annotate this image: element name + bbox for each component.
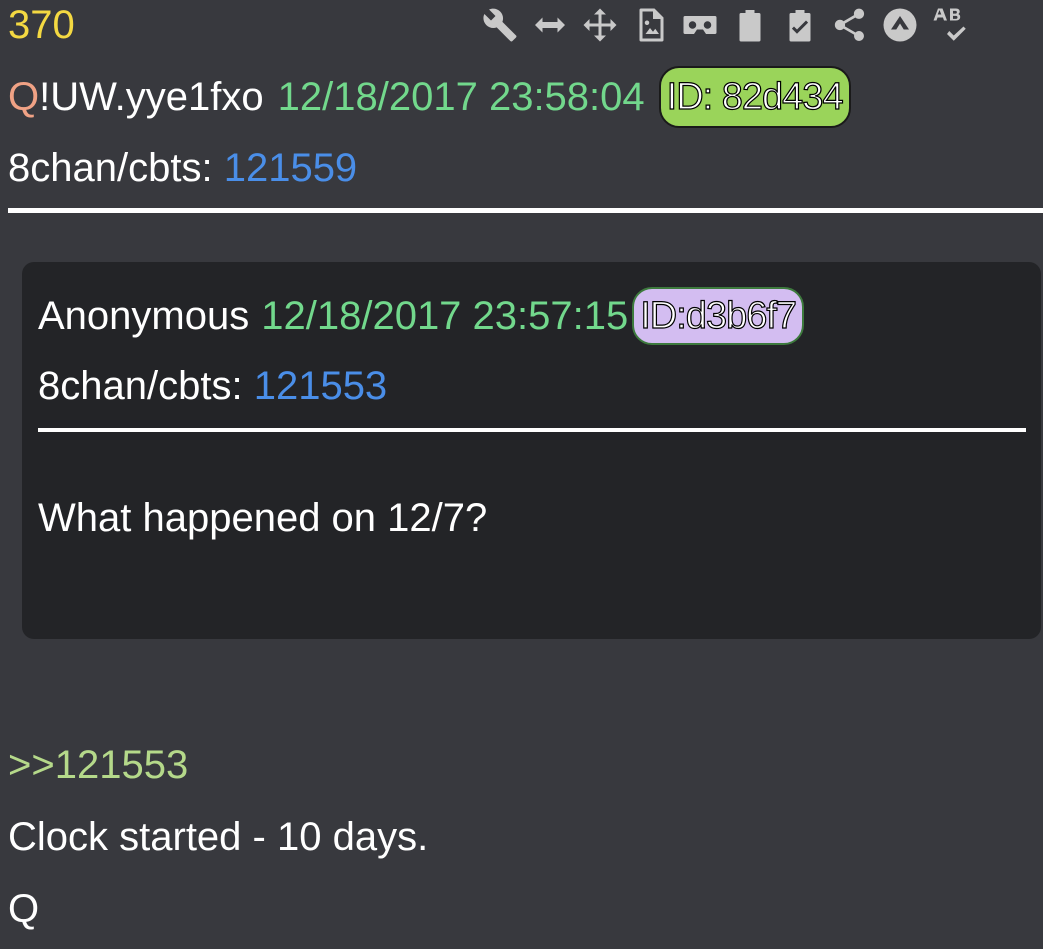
post-signature: Q xyxy=(8,887,40,931)
tripcode-name: Q xyxy=(8,74,40,119)
post-header: Q !UW.yye1fxo 12/18/2017 23:58:04 ID: 82d… xyxy=(8,66,851,128)
vr-headset-icon[interactable] xyxy=(678,3,722,47)
image-file-icon[interactable] xyxy=(628,3,672,47)
wrench-icon[interactable] xyxy=(478,3,522,47)
quoted-author: Anonymous xyxy=(38,293,250,338)
spellcheck-icon[interactable] xyxy=(928,3,972,47)
tripcode: !UW.yye1fxo xyxy=(39,74,264,119)
share-icon[interactable] xyxy=(828,3,872,47)
quoted-board-reference: 8chan/cbts: 121553 xyxy=(38,358,387,414)
clipboard-check-icon[interactable] xyxy=(778,3,822,47)
post-number: 370 xyxy=(8,3,75,47)
clipboard-icon[interactable] xyxy=(728,3,772,47)
quoted-board-label: 8chan/cbts: xyxy=(38,364,243,408)
poster-id-badge[interactable]: ID: 82d434 xyxy=(658,66,851,128)
arrow-up-circle-icon[interactable] xyxy=(878,3,922,47)
post-timestamp: 12/18/2017 23:58:04 xyxy=(277,74,645,119)
header-divider xyxy=(8,208,1043,213)
board-label: 8chan/cbts: xyxy=(8,146,213,190)
move-icon[interactable] xyxy=(578,3,622,47)
quoted-id-badge[interactable]: ID:d3b6f7 xyxy=(632,287,805,345)
quoted-divider xyxy=(38,428,1026,432)
quoted-body: What happened on 12/7? xyxy=(38,496,488,540)
reply-quote-link[interactable]: >>121553 xyxy=(8,737,188,793)
resize-horizontal-icon[interactable] xyxy=(528,3,572,47)
quoted-timestamp: 12/18/2017 23:57:15 xyxy=(261,293,629,338)
toolbar xyxy=(478,0,1043,50)
quoted-post-link[interactable]: 121553 xyxy=(254,364,387,408)
post-link[interactable]: 121559 xyxy=(224,146,357,190)
quoted-post: Anonymous 12/18/2017 23:57:15 ID:d3b6f7 … xyxy=(22,262,1041,639)
board-reference: 8chan/cbts: 121559 xyxy=(8,140,357,196)
quoted-post-header: Anonymous 12/18/2017 23:57:15 ID:d3b6f7 xyxy=(38,287,805,345)
post-body-line: Clock started - 10 days. xyxy=(8,815,429,859)
